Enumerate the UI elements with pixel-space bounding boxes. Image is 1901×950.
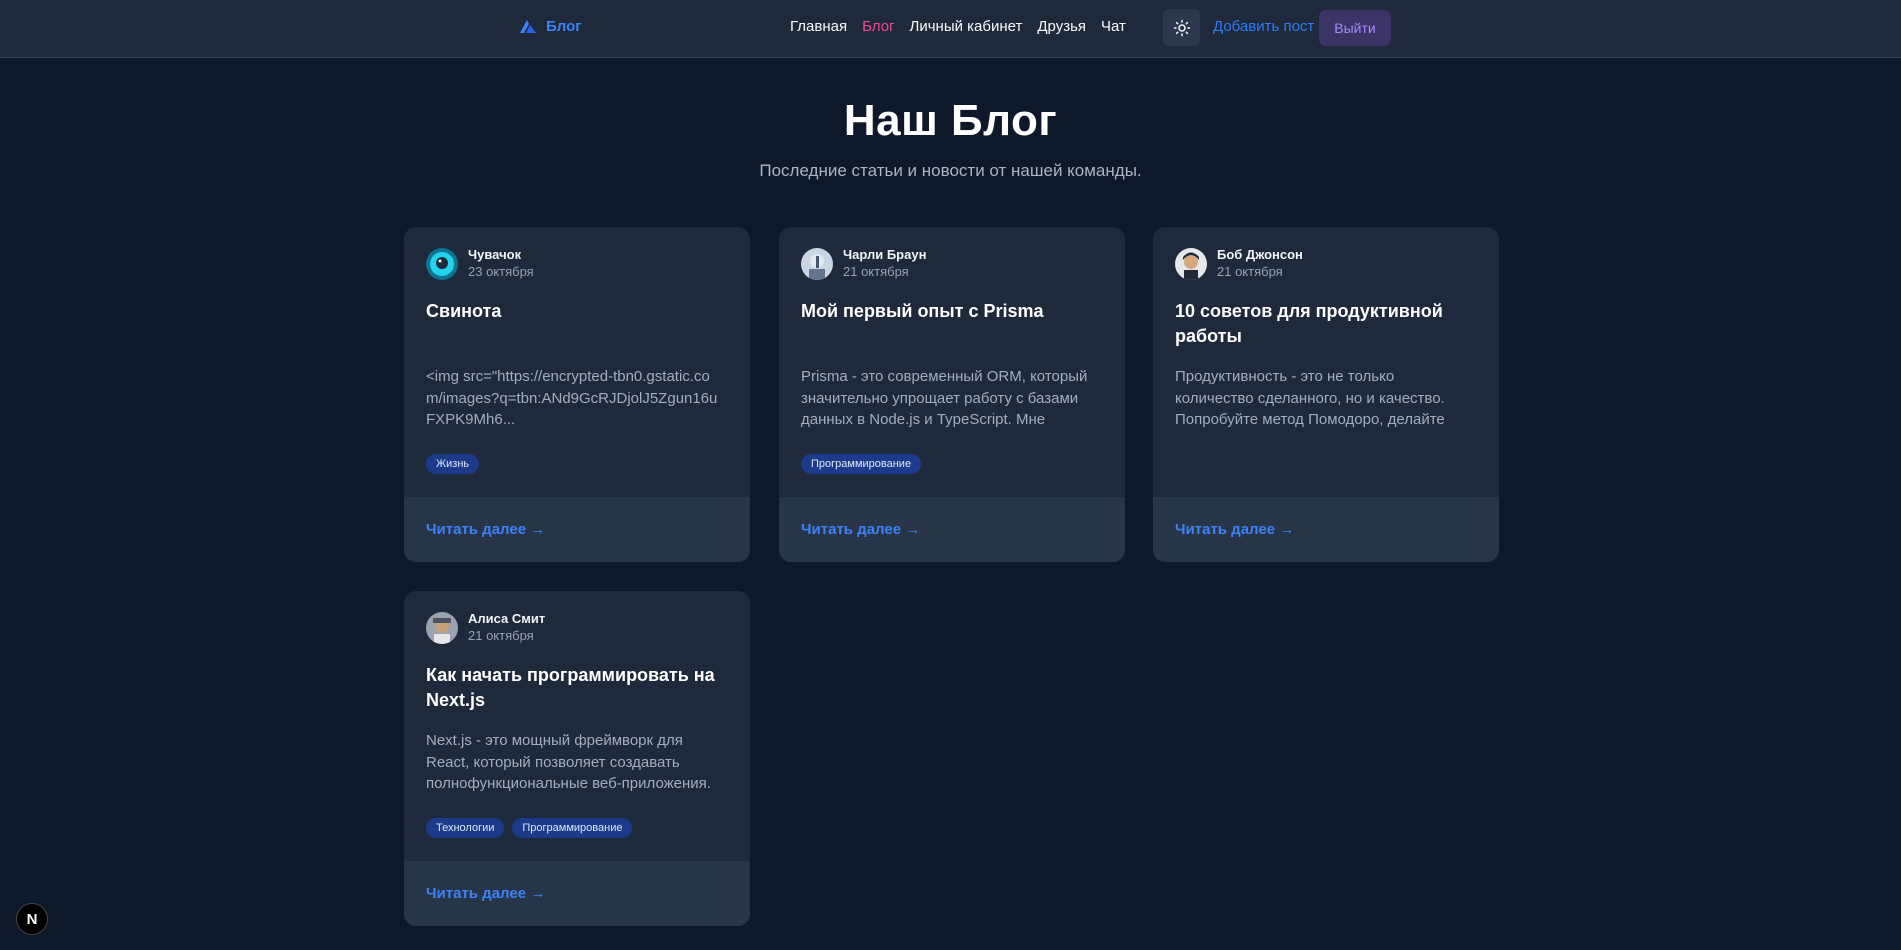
post-card: Чарли Браун 21 октября Мой первый опыт с… xyxy=(779,227,1125,562)
card-footer: Читать далее → xyxy=(404,861,750,926)
post-card: Чувачок 23 октября Свинота <img src="htt… xyxy=(404,227,750,562)
card-footer: Читать далее → xyxy=(1153,497,1499,562)
nav-home[interactable]: Главная xyxy=(790,18,847,35)
tag-badge[interactable]: Программирование xyxy=(801,454,922,474)
logout-button[interactable]: Выйти xyxy=(1319,10,1391,46)
avatar xyxy=(1175,248,1207,280)
main-nav: Главная Блог Личный кабинет Друзья Чат xyxy=(790,18,1126,35)
post-author: Боб Джонсон 21 октября xyxy=(1175,247,1303,281)
post-date: 23 октября xyxy=(468,264,534,279)
post-card: Боб Джонсон 21 октября 10 советов для пр… xyxy=(1153,227,1499,562)
post-author: Чарли Браун 21 октября xyxy=(801,247,926,281)
card-footer: Читать далее → xyxy=(404,497,750,562)
nav-blog[interactable]: Блог xyxy=(862,18,894,35)
post-tags: Технологии Программирование xyxy=(426,818,633,838)
tag-badge[interactable]: Жизнь xyxy=(426,454,480,474)
post-excerpt: Продуктивность - это не только количеств… xyxy=(1175,368,1445,428)
tag-badge[interactable]: Программирование xyxy=(512,818,633,838)
author-name: Чувачок xyxy=(468,247,522,262)
post-date: 21 октября xyxy=(843,264,909,279)
read-more-link[interactable]: Читать далее → xyxy=(1175,521,1294,538)
post-title[interactable]: Как начать программировать на Next.js xyxy=(426,663,736,713)
logo-icon xyxy=(520,20,536,33)
read-more-link[interactable]: Читать далее → xyxy=(801,521,920,538)
nav-profile[interactable]: Личный кабинет xyxy=(910,18,1023,35)
tag-badge[interactable]: Технологии xyxy=(426,818,505,838)
post-tags: Программирование xyxy=(801,454,922,474)
nextjs-dev-badge[interactable]: N xyxy=(16,903,48,935)
nav-friends[interactable]: Друзья xyxy=(1037,18,1086,35)
theme-toggle-button[interactable] xyxy=(1163,9,1200,46)
post-title[interactable]: Свинота xyxy=(426,299,736,324)
post-date: 21 октября xyxy=(1217,264,1283,279)
post-title[interactable]: 10 советов для продуктивной работы xyxy=(1175,299,1485,349)
author-name: Чарли Браун xyxy=(843,247,927,262)
post-excerpt: <img src="https://encrypted-tbn0.gstatic… xyxy=(426,368,718,428)
post-title[interactable]: Мой первый опыт с Prisma xyxy=(801,299,1111,324)
read-more-link[interactable]: Читать далее → xyxy=(426,885,545,902)
nav-chat[interactable]: Чат xyxy=(1101,18,1126,35)
top-navbar: Блог Главная Блог Личный кабинет Друзья … xyxy=(0,0,1901,58)
avatar xyxy=(426,248,458,280)
post-excerpt: Prisma - это современный ORM, который зн… xyxy=(801,368,1088,428)
post-date: 21 октября xyxy=(468,628,534,643)
page-title: Наш Блог xyxy=(843,96,1058,145)
sun-icon xyxy=(1173,19,1190,36)
avatar xyxy=(426,612,458,644)
post-author: Чувачок 23 октября xyxy=(426,247,534,281)
read-more-link[interactable]: Читать далее → xyxy=(426,521,545,538)
post-tags: Жизнь xyxy=(426,454,480,474)
author-name: Алиса Смит xyxy=(468,611,546,626)
brand-label: Блог xyxy=(546,17,582,35)
author-name: Боб Джонсон xyxy=(1217,247,1303,262)
card-footer: Читать далее → xyxy=(779,497,1125,562)
avatar xyxy=(801,248,833,280)
add-post-link[interactable]: Добавить пост xyxy=(1213,18,1314,35)
page-subtitle: Последние статьи и новости от нашей кома… xyxy=(759,161,1142,180)
brand-link[interactable]: Блог xyxy=(518,16,582,36)
post-author: Алиса Смит 21 октября xyxy=(426,611,545,645)
post-excerpt: Next.js - это мощный фреймворк для React… xyxy=(426,732,711,792)
post-card: Алиса Смит 21 октября Как начать програм… xyxy=(404,591,750,926)
